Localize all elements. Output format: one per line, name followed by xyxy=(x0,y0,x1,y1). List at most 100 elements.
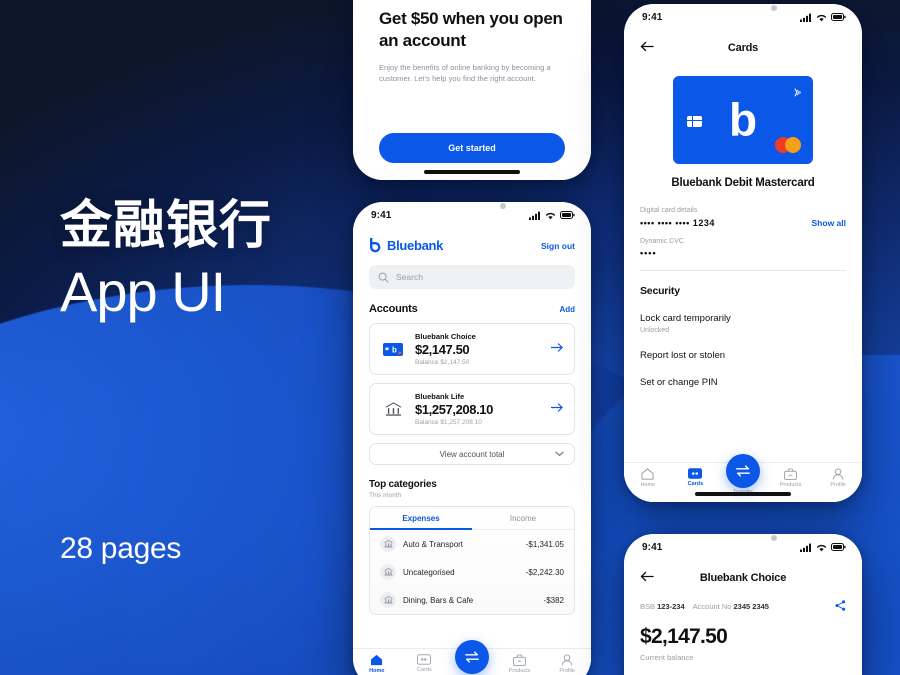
back-button[interactable] xyxy=(640,39,654,57)
cellular-icon xyxy=(529,211,540,220)
contactless-icon xyxy=(793,85,803,103)
transfer-fab-button[interactable] xyxy=(454,640,489,674)
security-item-change-pin[interactable]: Set or change PIN xyxy=(640,377,846,388)
transfer-icon xyxy=(465,651,479,663)
card-icon: b xyxy=(383,342,403,356)
cards-navbar: Cards xyxy=(640,34,846,62)
category-tabs: Expenses Income xyxy=(370,507,574,530)
onboarding-screen: Get $50 when you open an account Enjoy t… xyxy=(353,0,591,180)
arrow-right-icon[interactable] xyxy=(550,340,564,358)
tab-profile[interactable]: Profile xyxy=(814,468,862,488)
accounts-title: Accounts xyxy=(369,303,418,315)
tab-cards[interactable]: Cards xyxy=(401,654,449,673)
battery-icon xyxy=(560,211,575,219)
tab-products[interactable]: Products xyxy=(496,654,544,674)
home-icon xyxy=(641,468,654,480)
tab-label: Products xyxy=(508,668,531,674)
account-meta-row: BSB 123-234 Account No 2345 2345 xyxy=(640,599,846,611)
onboarding-title: Get $50 when you open an account xyxy=(379,9,563,50)
transfer-fab-button[interactable] xyxy=(725,454,760,488)
arrow-left-icon xyxy=(640,41,654,52)
category-row[interactable]: Auto & Transport -$1,341.05 xyxy=(370,530,574,558)
onboarding-subtitle: Enjoy the benefits of online banking by … xyxy=(379,62,551,84)
status-bar: 9:41 xyxy=(624,534,862,560)
front-camera xyxy=(500,203,506,209)
account-card-icon: b xyxy=(380,342,406,356)
arrow-left-icon xyxy=(640,571,654,582)
account-detail-content: Bluebank Choice BSB 123-234 Account No 23… xyxy=(624,564,862,662)
wifi-icon xyxy=(545,212,556,219)
bsb-label: BSB xyxy=(640,602,656,611)
tab-expenses[interactable]: Expenses xyxy=(370,507,472,530)
tab-products[interactable]: Products xyxy=(767,468,815,488)
account-row[interactable]: b Bluebank Choice $2,147.50 Balance $2,1… xyxy=(369,323,575,375)
phone-onboarding: Get $50 when you open an account Enjoy t… xyxy=(353,0,591,180)
products-icon xyxy=(784,468,797,480)
tab-income[interactable]: Income xyxy=(472,507,574,529)
tab-label: Cards xyxy=(687,481,704,487)
tab-label: Profile xyxy=(559,668,575,674)
page-title: Bluebank Choice xyxy=(699,572,787,584)
share-icon[interactable] xyxy=(835,598,846,616)
category-value: -$1,341.05 xyxy=(525,539,564,549)
transfer-icon xyxy=(736,465,750,477)
status-bar: 9:41 xyxy=(624,4,862,30)
account-balance-amount: $2,147.50 xyxy=(640,625,728,648)
tab-profile[interactable]: Profile xyxy=(543,654,591,674)
show-all-link[interactable]: Show all xyxy=(812,218,846,228)
hero-pages-count: 28 pages xyxy=(60,532,182,565)
sign-out-link[interactable]: Sign out xyxy=(541,241,575,251)
battery-icon xyxy=(831,543,846,551)
arrow-right-icon[interactable] xyxy=(550,400,564,418)
add-account-link[interactable]: Add xyxy=(559,305,575,314)
security-item-lock-card[interactable]: Lock card temporarily Unlocked xyxy=(640,313,846,334)
back-button[interactable] xyxy=(640,569,654,587)
security-item-report-lost[interactable]: Report lost or stolen xyxy=(640,350,846,361)
home-icon xyxy=(371,654,383,666)
account-row[interactable]: Bluebank Life $1,257,208.10 Balance $1,2… xyxy=(369,383,575,435)
category-row[interactable]: Uncategorised -$2,242.30 xyxy=(370,558,574,586)
dynamic-cvc-label: Dynamic CVC xyxy=(640,237,684,245)
bluebank-logo-icon xyxy=(370,238,381,253)
card-logo: b xyxy=(728,93,758,146)
home-screen: 9:41 Bluebank Sign out Search Accounts A… xyxy=(353,202,591,675)
phone-cards: 9:41 Cards b Bluebank Debit Mastercard D… xyxy=(624,4,862,502)
category-row[interactable]: Dining, Bars & Cafe -$382 xyxy=(370,586,574,614)
phone-home: 9:41 Bluebank Sign out Search Accounts A… xyxy=(353,202,591,675)
card-number-masked: •••• •••• •••• 1234 xyxy=(640,217,715,228)
debit-card-visual[interactable]: b xyxy=(673,76,813,164)
cards-icon xyxy=(688,468,703,479)
top-categories-subtitle: This month xyxy=(369,492,402,499)
security-item-title: Report lost or stolen xyxy=(640,349,726,361)
home-indicator xyxy=(424,170,520,174)
card-name: Bluebank Debit Mastercard xyxy=(671,177,815,189)
tab-home[interactable]: Home xyxy=(353,654,401,674)
page-title: Cards xyxy=(727,42,759,54)
brand-lockup: Bluebank xyxy=(369,238,443,253)
account-balance: Balance $2,147.50 xyxy=(415,359,470,366)
tab-label: Cards xyxy=(417,667,432,673)
search-input[interactable]: Search xyxy=(369,265,575,289)
hero-title-block: 金融银行 App UI xyxy=(60,196,272,324)
account-info: Bluebank Life $1,257,208.10 Balance $1,2… xyxy=(415,392,542,426)
search-icon xyxy=(378,272,389,283)
get-started-button[interactable]: Get started xyxy=(379,132,565,163)
view-account-total-label: View account total xyxy=(439,449,505,459)
profile-icon xyxy=(561,654,573,666)
view-account-total-button[interactable]: View account total xyxy=(369,443,575,465)
tab-label: Products xyxy=(779,482,802,488)
account-meta-text: BSB 123-234 Account No 2345 2345 xyxy=(640,602,769,611)
home-header: Bluebank Sign out xyxy=(369,238,575,253)
account-balance: Balance $1,257,208.10 xyxy=(415,419,482,426)
wifi-icon xyxy=(816,14,827,21)
account-amount: $1,257,208.10 xyxy=(415,402,493,417)
search-placeholder: Search xyxy=(396,272,423,282)
tab-home[interactable]: Home xyxy=(624,468,672,488)
account-no-value: 2345 2345 xyxy=(733,602,769,611)
cards-icon xyxy=(417,654,432,665)
accounts-header: Accounts Add xyxy=(369,303,575,315)
account-bank-icon xyxy=(380,401,406,417)
wifi-icon xyxy=(816,544,827,551)
tab-cards[interactable]: Cards xyxy=(672,468,720,487)
digital-card-details-label: Digital card details xyxy=(640,206,698,214)
